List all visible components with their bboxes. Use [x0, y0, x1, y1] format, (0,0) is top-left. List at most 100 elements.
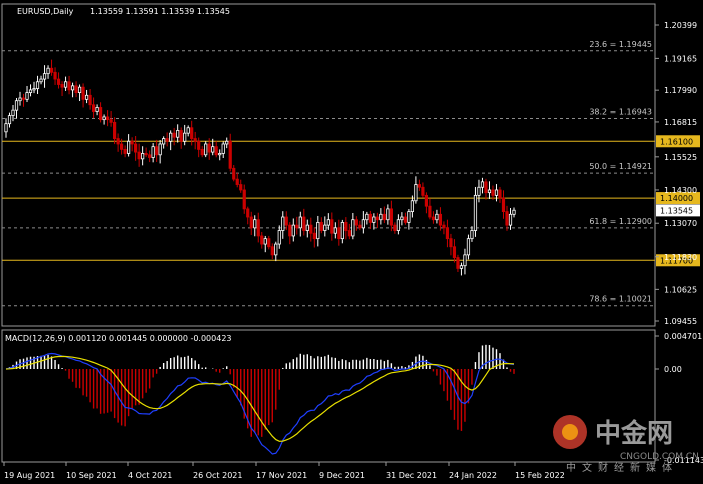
candle-body — [288, 224, 292, 237]
macd-tick-label: 0.004701 — [664, 332, 702, 341]
candle-body — [421, 186, 425, 196]
candle-body — [396, 219, 400, 231]
candle-body — [267, 238, 271, 248]
candle-body — [379, 213, 383, 221]
horizontal-level-value: 1.16100 — [660, 137, 693, 146]
candle-body — [449, 238, 453, 248]
candle-body — [382, 213, 386, 221]
candle-body — [417, 184, 422, 188]
candle-body — [21, 97, 26, 100]
candle-body — [277, 230, 281, 245]
candle-body — [74, 85, 78, 93]
candle-body — [337, 227, 341, 240]
candle-body — [32, 88, 36, 91]
candle-body — [375, 216, 379, 221]
candle-body — [14, 100, 19, 111]
candle-body — [35, 81, 40, 89]
price-tick-label: 1.13070 — [664, 219, 697, 228]
candle-body — [81, 86, 85, 100]
candle-body — [130, 140, 134, 145]
candle-body — [452, 246, 457, 258]
candle-body — [253, 219, 257, 229]
price-tick-label: 1.19165 — [664, 54, 697, 63]
eurusd-daily-chart: 23.6 = 1.19445 38.2 = 1.16943 50.0 = 1.149… — [1, 3, 703, 480]
price-tick-label: 1.10625 — [664, 285, 697, 294]
candle-body — [183, 132, 187, 142]
date-tick-label: 24 Jan 2022 — [449, 471, 497, 480]
watermark-slogan: 中文财经新媒体 — [566, 461, 678, 474]
date-tick-label: 10 Sep 2021 — [66, 471, 117, 480]
candle-body — [445, 227, 450, 240]
price-tick-label: 1.15525 — [664, 153, 697, 162]
candle-body — [312, 232, 316, 240]
candle-body — [186, 127, 190, 134]
price-axis: 1.20399 1.19165 1.17990 1.16815 1.15525 1.143… — [655, 21, 697, 326]
candle-body — [169, 132, 173, 142]
candle-body — [218, 153, 222, 156]
fib-level-label: 38.2 = 1.16943 — [589, 107, 652, 116]
date-axis: 19 Aug 2021 10 Sep 2021 4 Oct 2021 26 Oct 2… — [3, 462, 565, 480]
candle-body — [11, 109, 15, 116]
candle-body — [95, 107, 99, 112]
candle-body — [70, 85, 75, 91]
candle-body — [155, 146, 159, 156]
candle-body — [393, 224, 397, 231]
candle-body — [501, 197, 506, 212]
candle-body — [239, 184, 243, 191]
candle-body — [127, 140, 131, 154]
candle-body — [25, 92, 29, 100]
candle-body — [270, 246, 274, 256]
candle-body — [319, 222, 323, 231]
candle-body — [438, 213, 443, 226]
candle-body — [137, 151, 141, 160]
fib-level-label: 78.6 = 1.10021 — [589, 295, 652, 304]
candle-body — [246, 208, 250, 218]
candles — [4, 59, 516, 276]
candle-body — [158, 143, 162, 156]
candle-body — [225, 140, 229, 145]
candle-body — [102, 116, 106, 121]
date-tick-label: 19 Aug 2021 — [4, 471, 55, 480]
candle-body — [365, 213, 369, 221]
candle-body — [120, 143, 124, 150]
candle-body — [435, 213, 439, 221]
candle-body — [98, 107, 103, 121]
candle-body — [7, 115, 12, 125]
candle-body — [347, 230, 351, 237]
candle-body — [484, 181, 488, 194]
candle-body — [407, 211, 411, 223]
candle-body — [256, 219, 260, 237]
candle-body — [414, 184, 418, 202]
candle-body — [351, 219, 355, 237]
candle-body — [249, 216, 253, 229]
candle-body — [298, 216, 302, 229]
candle-body — [344, 222, 348, 231]
candle-body — [463, 254, 467, 267]
candle-body — [291, 224, 295, 237]
candle-body — [487, 189, 492, 194]
macd-tick-label: 0.00 — [664, 365, 682, 374]
candle-body — [470, 230, 474, 240]
candle-body — [302, 216, 306, 231]
price-tick-label: 1.20399 — [664, 21, 697, 30]
candle-body — [106, 116, 110, 121]
price-tick-label: 1.17990 — [664, 86, 697, 95]
signal-line — [5, 355, 515, 442]
candle-body — [512, 209, 516, 215]
candle-body — [18, 97, 22, 102]
watermark-brand: 中金网 — [595, 418, 673, 449]
candle-body — [200, 148, 204, 156]
fib-level-label: 23.6 = 1.19445 — [589, 40, 652, 49]
candle-body — [473, 194, 478, 231]
candle-body — [403, 216, 407, 223]
candle-body — [477, 186, 481, 196]
candle-body — [77, 86, 82, 93]
candle-body — [305, 224, 309, 231]
price-tick-label: 1.11830 — [664, 253, 697, 262]
price-panel — [1, 3, 656, 327]
candle-body — [442, 224, 446, 229]
candle-body — [330, 219, 334, 234]
candle-body — [505, 211, 509, 226]
candle-body — [263, 238, 267, 245]
horizontal-levels: 1.161001.140001.117001.13545 — [2, 135, 700, 267]
